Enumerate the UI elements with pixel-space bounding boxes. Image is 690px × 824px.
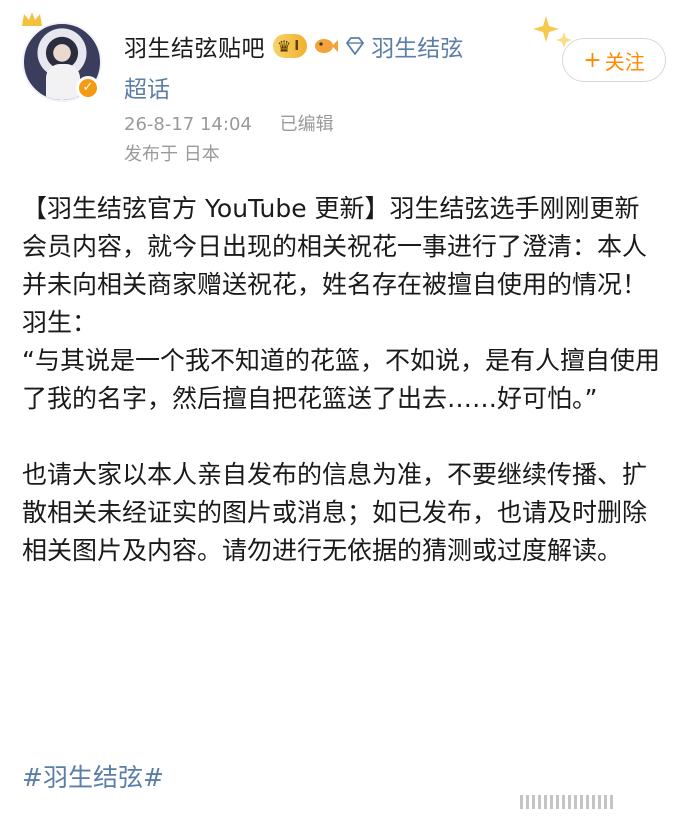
post-content: 【羽生结弦官方 YouTube 更新】羽生结弦选手刚刚更新会员内容，就今日出现的… — [22, 190, 662, 570]
rank-level: I — [294, 38, 300, 54]
follow-button[interactable]: + 关注 — [562, 38, 666, 82]
watermark-decoration — [520, 792, 690, 812]
super-topic-suffix[interactable]: 超话 — [124, 70, 170, 104]
follow-label: 关注 — [604, 49, 645, 74]
fish-badge-icon — [315, 39, 339, 53]
weibo-post: ✓ 羽生结弦贴吧 ♛ I 羽生结弦 超话 + 关注 26-8-17 14:04 … — [0, 0, 690, 824]
post-paragraph: “与其说是一个我不知道的花篮，不如说，是有人擅自使用了我的名字，然后擅自把花篮送… — [22, 346, 660, 413]
post-paragraph: 羽生： — [22, 308, 98, 337]
post-meta: 26-8-17 14:04 已编辑 — [124, 110, 334, 136]
super-topic-link[interactable]: 羽生结弦 — [371, 29, 463, 63]
post-timestamp: 26-8-17 14:04 — [124, 114, 252, 135]
verified-badge-icon: ✓ — [76, 76, 100, 100]
edited-label[interactable]: 已编辑 — [280, 114, 334, 135]
plus-icon: + — [583, 47, 602, 73]
post-paragraph: 也请大家以本人亲自发布的信息为准，不要继续传播、扩散相关未经证实的图片或消息；如… — [22, 460, 648, 565]
post-location: 发布于 日本 — [124, 144, 220, 165]
avatar[interactable]: ✓ — [22, 22, 102, 102]
crown-icon: ♛ — [277, 36, 292, 56]
user-name-line: 羽生结弦贴吧 ♛ I 羽生结弦 — [124, 28, 463, 64]
diamond-icon — [346, 37, 365, 55]
hashtag-link[interactable]: #羽生结弦# — [22, 758, 164, 794]
username[interactable]: 羽生结弦贴吧 — [124, 29, 265, 63]
rank-badge[interactable]: ♛ I — [273, 34, 308, 58]
post-paragraph: 【羽生结弦官方 YouTube 更新】羽生结弦选手刚刚更新会员内容，就今日出现的… — [22, 194, 648, 299]
